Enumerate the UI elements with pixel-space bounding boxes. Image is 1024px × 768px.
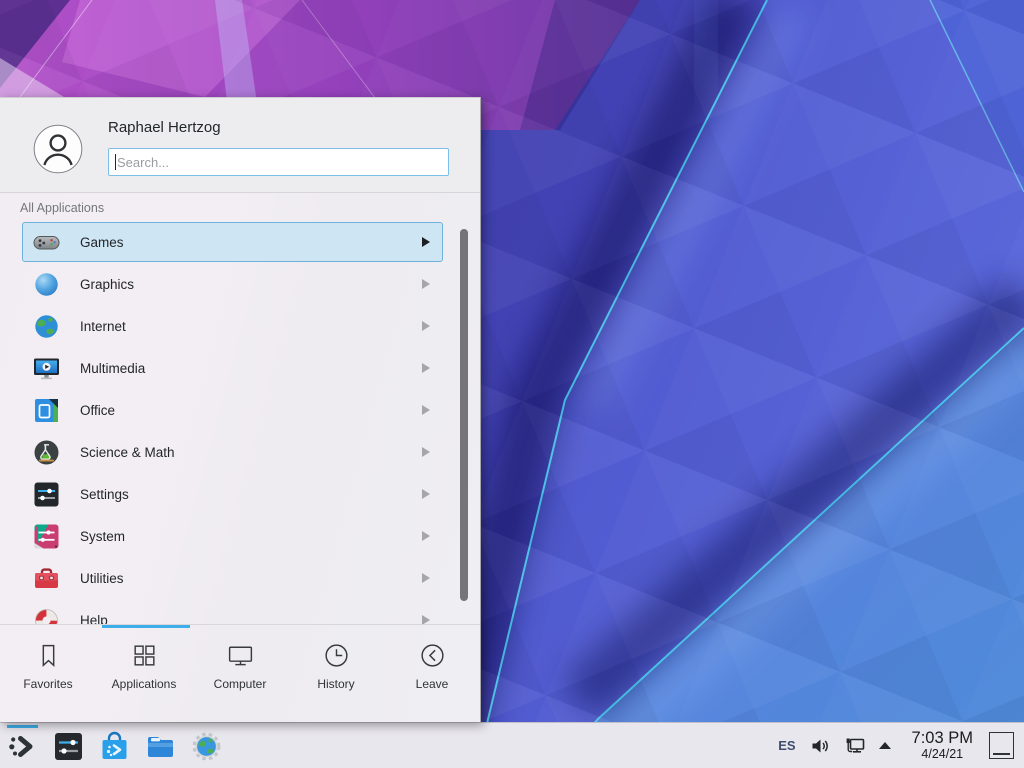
file-manager-task[interactable]: [145, 731, 176, 762]
clock-date: 4/24/21: [921, 748, 963, 762]
tab-history[interactable]: History: [288, 641, 384, 722]
discover-icon: [99, 731, 130, 762]
network-tray-button[interactable]: [844, 735, 866, 757]
settings-icon: [33, 481, 60, 508]
system-settings-icon: [53, 731, 84, 762]
menu-item-label: Multimedia: [80, 361, 145, 376]
office-icon: [33, 397, 60, 424]
digital-clock[interactable]: 7:03 PM 4/24/21: [912, 730, 973, 761]
kde-launcher-icon: [7, 731, 38, 762]
menu-item-settings[interactable]: Settings: [22, 474, 443, 514]
folder-icon: [145, 731, 176, 762]
application-category-list: Games Graphics Internet: [0, 222, 480, 625]
launcher-header: Raphael Hertzog: [0, 98, 480, 193]
list-scrollbar[interactable]: [460, 229, 468, 601]
discover-task[interactable]: [99, 731, 130, 762]
submenu-arrow-icon: [422, 405, 430, 415]
user-name: Raphael Hertzog: [108, 119, 221, 136]
bookmark-icon: [34, 641, 63, 670]
monitor-icon: [226, 641, 255, 670]
menu-item-label: Utilities: [80, 571, 124, 586]
tab-computer[interactable]: Computer: [192, 641, 288, 722]
submenu-arrow-icon: [422, 531, 430, 541]
taskbar-panel: ES: [0, 722, 1024, 768]
menu-item-utilities[interactable]: Utilities: [22, 558, 443, 598]
section-label: All Applications: [20, 201, 104, 215]
science-icon: [33, 439, 60, 466]
launcher-active-indicator: [7, 725, 38, 728]
submenu-arrow-icon: [422, 489, 430, 499]
web-browser-task[interactable]: [191, 731, 222, 762]
tab-leave[interactable]: Leave: [384, 641, 480, 722]
text-cursor: [115, 154, 116, 170]
tab-favorites[interactable]: Favorites: [0, 641, 96, 722]
network-icon: [844, 735, 866, 757]
tab-label: Favorites: [23, 677, 72, 691]
internet-icon: [33, 313, 60, 340]
menu-item-label: Science & Math: [80, 445, 175, 460]
submenu-arrow-icon: [422, 279, 430, 289]
keyboard-layout-indicator[interactable]: ES: [778, 738, 795, 753]
help-icon: [33, 607, 60, 626]
caret-up-icon: [878, 741, 892, 750]
tray-expander-button[interactable]: [878, 741, 892, 750]
menu-item-games[interactable]: Games: [22, 222, 443, 262]
clock-icon: [322, 641, 351, 670]
submenu-arrow-icon: [422, 237, 430, 247]
submenu-arrow-icon: [422, 447, 430, 457]
tab-label: History: [317, 677, 354, 691]
menu-item-system[interactable]: System: [22, 516, 443, 556]
tab-label: Applications: [112, 677, 177, 691]
clock-time: 7:03 PM: [912, 730, 973, 748]
user-avatar[interactable]: [33, 124, 83, 174]
games-icon: [33, 229, 60, 256]
globe-browser-icon: [191, 731, 222, 762]
menu-item-label: System: [80, 529, 125, 544]
tab-label: Leave: [416, 677, 449, 691]
tab-applications[interactable]: Applications: [96, 641, 192, 722]
menu-item-help[interactable]: Help: [22, 600, 443, 625]
menu-item-graphics[interactable]: Graphics: [22, 264, 443, 304]
system-settings-task[interactable]: [53, 731, 84, 762]
submenu-arrow-icon: [422, 363, 430, 373]
utilities-icon: [33, 565, 60, 592]
menu-item-office[interactable]: Office: [22, 390, 443, 430]
submenu-arrow-icon: [422, 573, 430, 583]
leave-icon: [418, 641, 447, 670]
menu-item-label: Office: [80, 403, 115, 418]
desktop: Raphael Hertzog All Applications Games: [0, 0, 1024, 768]
volume-tray-button[interactable]: [810, 736, 830, 756]
menu-item-internet[interactable]: Internet: [22, 306, 443, 346]
search-input[interactable]: [108, 148, 449, 176]
menu-item-label: Internet: [80, 319, 126, 334]
active-tab-indicator: [102, 625, 190, 628]
show-desktop-button[interactable]: [989, 732, 1014, 759]
application-launcher-menu: Raphael Hertzog All Applications Games: [0, 97, 481, 722]
menu-item-multimedia[interactable]: Multimedia: [22, 348, 443, 388]
app-launcher-button[interactable]: [7, 731, 38, 762]
multimedia-icon: [33, 355, 60, 382]
launcher-tab-bar: Favorites Applications Computer: [0, 624, 480, 722]
submenu-arrow-icon: [422, 321, 430, 331]
menu-item-label: Graphics: [80, 277, 134, 292]
system-icon: [33, 523, 60, 550]
grid-icon: [130, 641, 159, 670]
tab-label: Computer: [214, 677, 267, 691]
menu-item-science-math[interactable]: Science & Math: [22, 432, 443, 472]
graphics-icon: [33, 271, 60, 298]
menu-item-label: Games: [80, 235, 124, 250]
volume-icon: [810, 736, 830, 756]
menu-item-label: Settings: [80, 487, 129, 502]
